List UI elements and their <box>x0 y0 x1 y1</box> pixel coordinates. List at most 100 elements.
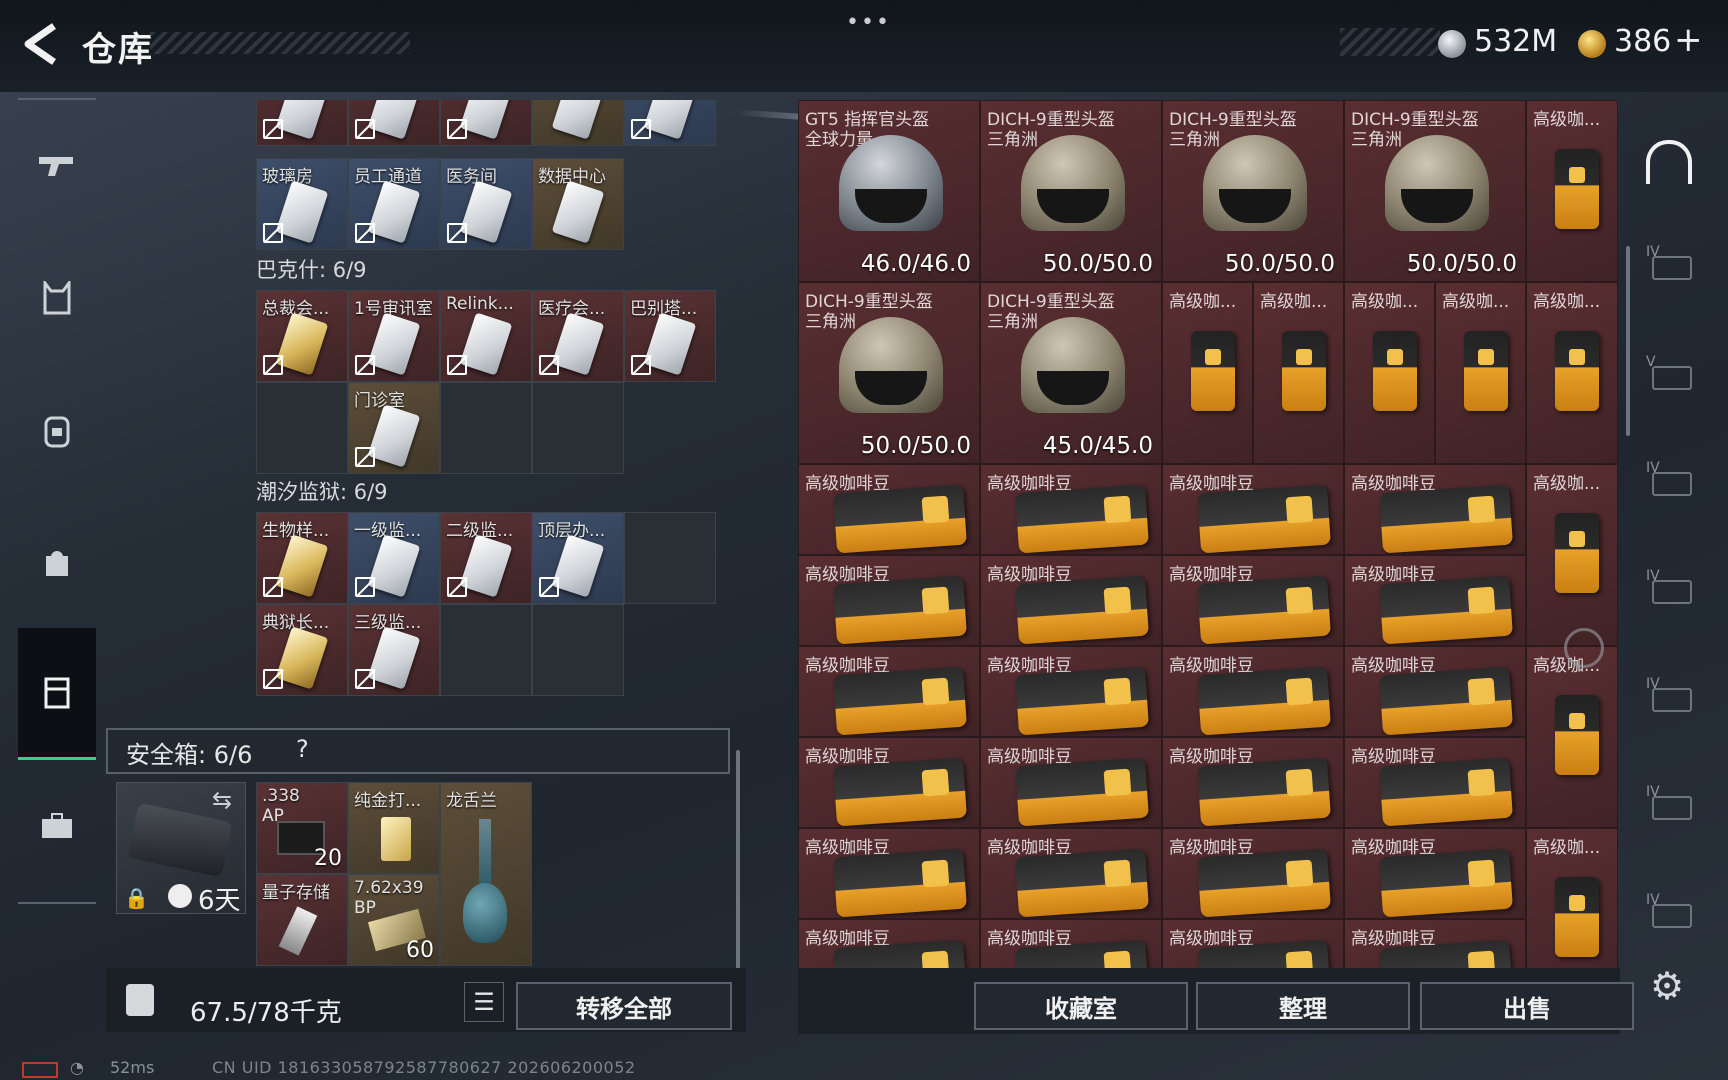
list-view-icon[interactable]: ☰ <box>464 982 504 1022</box>
storage-item-coffee-bag[interactable]: 高级咖... <box>1526 282 1618 464</box>
storage-level-icon[interactable]: IV <box>1646 568 1696 608</box>
storage-item-coffee-beans[interactable]: 高级咖啡豆 <box>1162 737 1344 828</box>
storage-item-coffee-beans[interactable]: 高级咖啡豆 <box>1162 646 1344 737</box>
add-currency-button[interactable]: + <box>1674 20 1703 60</box>
keycard-slot[interactable]: 员工通道 <box>348 158 440 250</box>
storage-level-icon[interactable]: IV <box>1646 892 1696 932</box>
gear-icon[interactable]: ⚙ <box>1650 964 1684 1008</box>
keycard-slot[interactable]: 一级监... <box>348 512 440 604</box>
safe-box-capacity: 安全箱: 6/6 <box>126 741 253 769</box>
keycard-slot[interactable]: 医务间 <box>440 158 532 250</box>
keycard-slot[interactable]: 玻璃房 <box>256 158 348 250</box>
empty-slot[interactable] <box>440 604 532 696</box>
safe-box-tab-icon[interactable] <box>18 628 96 760</box>
keycard-slot[interactable]: 巴别塔... <box>624 290 716 382</box>
storage-item-coffee-beans[interactable]: 高级咖啡豆 <box>980 555 1162 646</box>
safe-item-gold-lighter[interactable]: 纯金打... <box>348 782 440 874</box>
keycard-slot[interactable]: 总裁会... <box>256 290 348 382</box>
briefcase-icon[interactable] <box>18 760 96 892</box>
keycard-slot[interactable]: 顶层办... <box>532 512 624 604</box>
storage-item-coffee-beans[interactable]: 高级咖啡豆 <box>1344 828 1526 919</box>
storage-item-coffee-beans[interactable]: 高级咖啡豆 <box>798 919 980 970</box>
right-scrollbar[interactable] <box>1626 246 1630 436</box>
keycard-slot[interactable] <box>624 100 716 146</box>
storage-item-coffee-beans[interactable]: 高级咖啡豆 <box>798 464 980 555</box>
bag-icon[interactable] <box>18 496 96 628</box>
empty-slot[interactable] <box>440 382 532 474</box>
swap-icon[interactable]: ⇆ <box>212 786 232 814</box>
back-arrow-icon[interactable] <box>20 22 60 66</box>
more-menu-icon[interactable]: ••• <box>846 10 891 35</box>
keycard-slot[interactable]: 二级监... <box>440 512 532 604</box>
storage-level-icon[interactable]: V <box>1646 354 1696 394</box>
help-icon[interactable]: ? <box>296 735 309 763</box>
storage-item-coffee-beans[interactable]: 高级咖啡豆 <box>1162 555 1344 646</box>
storage-item-coffee-beans[interactable]: 高级咖啡豆 <box>980 828 1162 919</box>
storage-item-coffee-beans[interactable]: 高级咖啡豆 <box>1162 919 1344 970</box>
storage-item-coffee-bag[interactable]: 高级咖... <box>1162 282 1253 464</box>
storage-item-coffee-bag[interactable]: 高级咖... <box>1526 646 1618 828</box>
storage-item-helmet[interactable]: DICH-9重型头盔 三角洲 50.0/50.0 <box>798 282 980 464</box>
left-scrollbar[interactable] <box>736 750 740 970</box>
storage-item-coffee-beans[interactable]: 高级咖啡豆 <box>1344 464 1526 555</box>
keycard-slot[interactable]: 1号审讯室 <box>348 290 440 382</box>
safe-item-quantum-storage[interactable]: 量子存储 <box>256 874 348 966</box>
empty-slot[interactable] <box>256 382 348 474</box>
storage-item-coffee-beans[interactable]: 高级咖啡豆 <box>1162 464 1344 555</box>
keycard-slot[interactable]: 典狱长... <box>256 604 348 696</box>
storage-item-coffee-bag[interactable]: 高级咖... <box>1526 464 1618 646</box>
storage-item-coffee-beans[interactable]: 高级咖啡豆 <box>1344 646 1526 737</box>
storage-item-helmet[interactable]: DICH-9重型头盔 三角洲 50.0/50.0 <box>1162 100 1344 282</box>
safe-item-ammo-762[interactable]: 7.62x39 BP 60 <box>348 874 440 966</box>
sell-button[interactable]: 出售 <box>1420 982 1634 1030</box>
keycard-slot[interactable]: 数据中心 <box>532 158 624 250</box>
empty-slot[interactable] <box>532 382 624 474</box>
storage-item-helmet[interactable]: GT5 指挥官头盔 全球力量 46.0/46.0 <box>798 100 980 282</box>
storage-level-column: IV V IV IV IV IV IV <box>1636 104 1708 974</box>
keycard-slot[interactable] <box>532 100 624 146</box>
keycard-slot[interactable]: 三级监... <box>348 604 440 696</box>
storage-item-coffee-bag[interactable]: 高级咖... <box>1253 282 1344 464</box>
storage-item-coffee-beans[interactable]: 高级咖啡豆 <box>798 646 980 737</box>
storage-item-coffee-beans[interactable]: 高级咖啡豆 <box>798 737 980 828</box>
keycard-slot[interactable]: 门诊室 <box>348 382 440 474</box>
storage-item-coffee-bag[interactable]: 高级咖... <box>1526 100 1618 282</box>
collection-room-button[interactable]: 收藏室 <box>974 982 1188 1030</box>
storage-level-icon[interactable]: IV <box>1646 244 1696 284</box>
safe-item-tequila[interactable]: 龙舌兰 <box>440 782 532 966</box>
storage-item-helmet[interactable]: DICH-9重型头盔 三角洲 45.0/45.0 <box>980 282 1162 464</box>
storage-item-coffee-beans[interactable]: 高级咖啡豆 <box>798 555 980 646</box>
safe-item-ammo-338[interactable]: .338 AP 20 <box>256 782 348 874</box>
storage-level-icon[interactable]: IV <box>1646 460 1696 500</box>
backpack-icon[interactable] <box>18 364 96 496</box>
keycard-slot[interactable]: Relink... <box>440 290 532 382</box>
storage-item-coffee-bag[interactable]: 高级咖... <box>1435 282 1526 464</box>
keycard-slot[interactable] <box>256 100 348 146</box>
storage-item-coffee-beans[interactable]: 高级咖啡豆 <box>980 737 1162 828</box>
empty-slot[interactable] <box>624 512 716 604</box>
storage-item-helmet[interactable]: DICH-9重型头盔 三角洲 50.0/50.0 <box>980 100 1162 282</box>
arrange-button[interactable]: 整理 <box>1196 982 1410 1030</box>
safe-box-time-remaining: 6天 <box>198 886 241 916</box>
keycard-slot[interactable] <box>348 100 440 146</box>
storage-level-icon[interactable]: IV <box>1646 676 1696 716</box>
storage-item-coffee-bag[interactable]: 高级咖... <box>1344 282 1435 464</box>
storage-item-helmet[interactable]: DICH-9重型头盔 三角洲 50.0/50.0 <box>1344 100 1526 282</box>
storage-item-coffee-beans[interactable]: 高级咖啡豆 <box>1162 828 1344 919</box>
storage-item-coffee-beans[interactable]: 高级咖啡豆 <box>1344 737 1526 828</box>
armor-vest-icon[interactable] <box>18 232 96 364</box>
storage-item-coffee-beans[interactable]: 高级咖啡豆 <box>980 646 1162 737</box>
transfer-all-button[interactable]: 转移全部 <box>516 982 732 1030</box>
weapon-icon[interactable] <box>18 100 96 232</box>
storage-item-coffee-beans[interactable]: 高级咖啡豆 <box>1344 919 1526 970</box>
storage-item-coffee-bag[interactable]: 高级咖... <box>1526 828 1618 970</box>
storage-item-coffee-beans[interactable]: 高级咖啡豆 <box>980 464 1162 555</box>
keycard-slot[interactable]: 医疗会... <box>532 290 624 382</box>
storage-item-coffee-beans[interactable]: 高级咖啡豆 <box>980 919 1162 970</box>
keycard-slot[interactable]: 生物样... <box>256 512 348 604</box>
storage-level-icon[interactable]: IV <box>1646 784 1696 824</box>
storage-item-coffee-beans[interactable]: 高级咖啡豆 <box>1344 555 1526 646</box>
empty-slot[interactable] <box>532 604 624 696</box>
storage-item-coffee-beans[interactable]: 高级咖啡豆 <box>798 828 980 919</box>
keycard-slot[interactable] <box>440 100 532 146</box>
